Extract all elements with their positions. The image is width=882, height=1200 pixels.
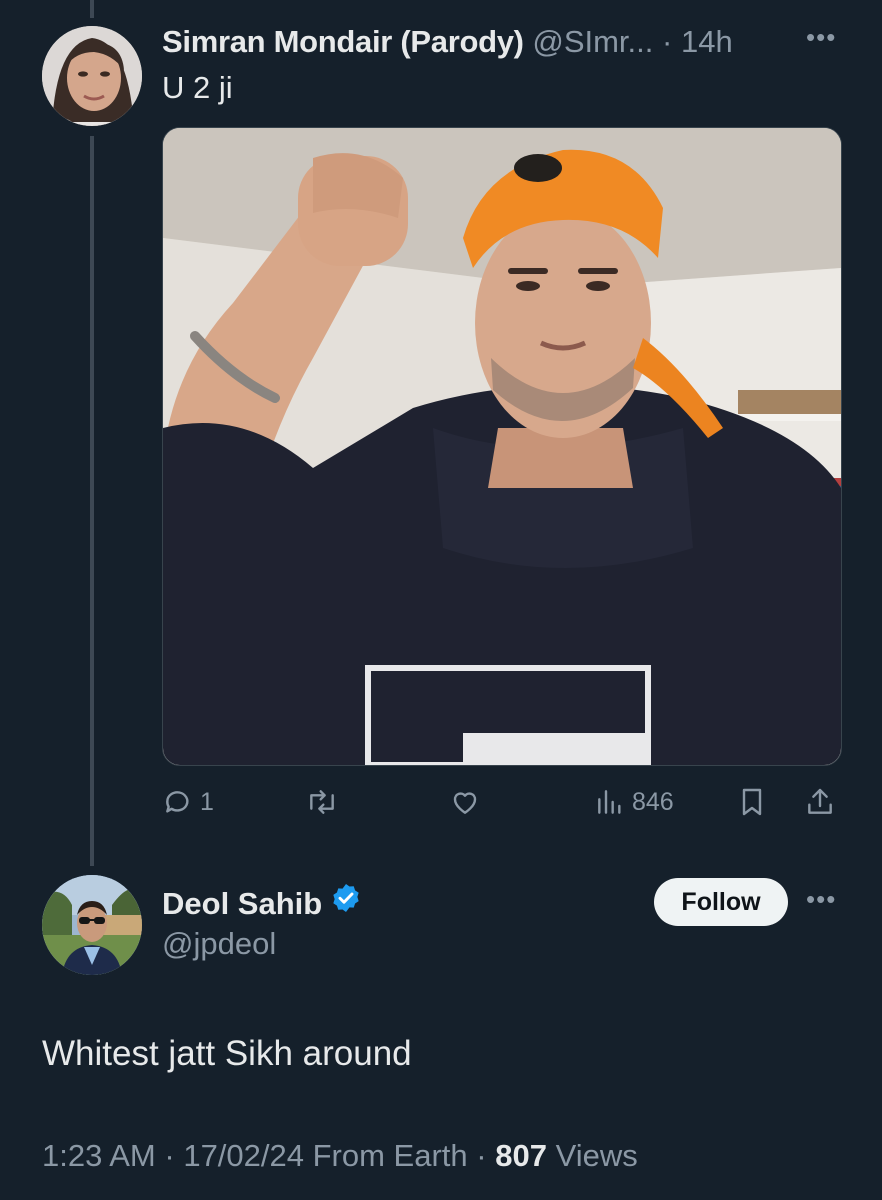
tweet-photo[interactable] <box>162 127 842 766</box>
retweet-button[interactable] <box>304 782 346 822</box>
views-count[interactable]: 807 <box>495 1138 547 1173</box>
tweet-time[interactable]: 1:23 AM <box>42 1138 156 1173</box>
verified-badge-icon[interactable] <box>330 882 362 926</box>
avatar-deol[interactable] <box>42 875 142 975</box>
reply-icon <box>166 791 189 813</box>
tweet-text: U 2 ji <box>162 70 233 105</box>
thread-connector <box>90 136 94 866</box>
thread-connector-top <box>90 0 94 18</box>
photo-image <box>163 128 841 765</box>
display-name[interactable]: Deol Sahib <box>162 882 322 926</box>
tweet-date[interactable]: 17/02/24 <box>183 1138 304 1173</box>
avatar-image <box>42 26 142 126</box>
reply-count: 1 <box>200 787 214 816</box>
tweet-header: Simran Mondair (Parody) @SImr... · 14h <box>162 22 733 62</box>
heart-icon <box>453 792 477 814</box>
separator-dot: · <box>164 1138 175 1173</box>
tweet-source: From Earth <box>312 1138 468 1173</box>
author-name: Deol Sahib <box>162 882 362 926</box>
user-handle[interactable]: @SImr... <box>532 24 653 59</box>
timestamp[interactable]: 14h <box>681 24 733 59</box>
display-name[interactable]: Simran Mondair (Parody) <box>162 24 524 59</box>
views-count: 846 <box>632 787 674 816</box>
ellipsis-icon[interactable]: ••• <box>806 22 836 53</box>
tweet-text: Whitest jatt Sikh around <box>42 1034 412 1073</box>
bookmark-icon <box>742 788 762 816</box>
separator-dot: · <box>476 1138 487 1173</box>
avatar-image <box>42 875 142 975</box>
views-button[interactable]: 846 <box>594 782 674 822</box>
reply-button[interactable]: 1 <box>162 782 214 822</box>
user-handle[interactable]: @jpdeol <box>162 926 276 962</box>
tweet-metadata: 1:23 AM · 17/02/24 From Earth · 807 View… <box>42 1138 638 1174</box>
share-icon <box>808 788 832 814</box>
avatar-simran[interactable] <box>42 26 142 126</box>
views-label: Views <box>555 1138 638 1173</box>
ellipsis-icon[interactable]: ••• <box>806 884 836 915</box>
retweet-icon <box>310 790 334 814</box>
analytics-icon <box>598 790 621 814</box>
like-button[interactable] <box>448 782 488 822</box>
follow-button[interactable]: Follow <box>654 878 788 926</box>
share-button[interactable] <box>804 782 836 822</box>
bookmark-button[interactable] <box>738 782 766 822</box>
separator-dot: · <box>662 24 673 59</box>
